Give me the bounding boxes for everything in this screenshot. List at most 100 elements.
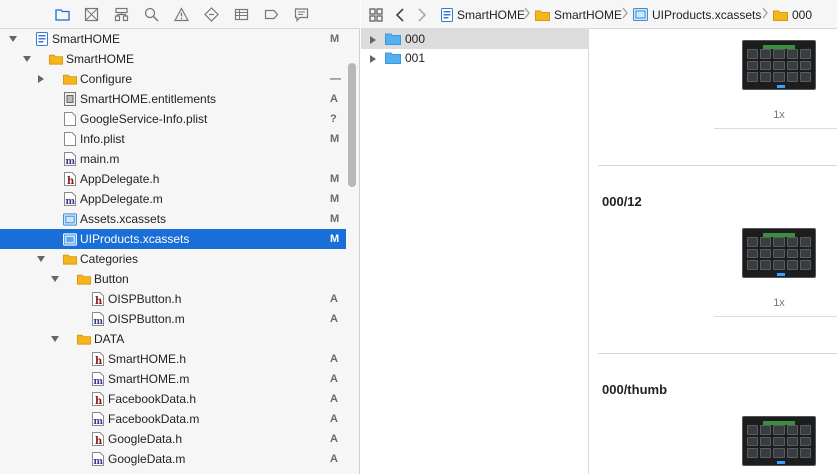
svg-text:m: m <box>94 457 104 466</box>
folder-icon <box>49 52 63 66</box>
test-icon[interactable] <box>202 6 220 23</box>
asset-detail: 1x 000/12 1x 000/thumb <box>590 29 837 474</box>
source-control-status: A <box>330 313 338 325</box>
disclosure-triangle-icon[interactable] <box>369 34 377 48</box>
issue-icon[interactable] <box>172 6 190 23</box>
navigator-row[interactable]: Categories <box>0 249 346 269</box>
jump-bar-crumb-label: SmartHOME <box>554 7 623 22</box>
report-icon[interactable] <box>292 6 310 23</box>
h-file-icon: h <box>91 392 105 406</box>
svg-text:h: h <box>95 396 103 406</box>
source-control-status: A <box>330 373 338 385</box>
navigator-row-label: OISPButton.m <box>108 312 185 326</box>
svg-text:m: m <box>94 377 104 386</box>
asset-thumbnail[interactable] <box>742 40 816 90</box>
jump-bar-crumb[interactable]: UIProducts.xcassets <box>633 6 761 23</box>
navigator-row[interactable]: SmartHOME <box>0 49 346 69</box>
folder-icon <box>63 252 77 266</box>
disclosure-triangle-icon[interactable] <box>50 334 60 344</box>
source-control-status: A <box>330 453 338 465</box>
navigator-row-label: AppDelegate.h <box>80 172 160 186</box>
asset-thumbnail[interactable] <box>742 228 816 278</box>
breakpoint-icon[interactable] <box>262 6 280 23</box>
asset-set-row[interactable]: 000 <box>361 29 589 49</box>
disclosure-triangle-icon[interactable] <box>22 54 32 64</box>
entitlements-icon <box>63 92 77 106</box>
source-control-status: ? <box>330 113 337 125</box>
navigator-row[interactable]: m main.m <box>0 149 346 169</box>
svg-text:m: m <box>66 197 76 206</box>
m-file-icon: m <box>91 412 105 426</box>
navigator-row[interactable]: m GoogleData.m A <box>0 449 346 469</box>
jump-bar-crumb[interactable]: 000 <box>773 6 812 23</box>
navigator-row-label: GoogleService-Info.plist <box>80 112 208 126</box>
navigator-row[interactable]: Assets.xcassets M <box>0 209 346 229</box>
debug-icon[interactable] <box>232 6 250 23</box>
asset-set-label: 001 <box>405 51 426 65</box>
svg-text:h: h <box>95 356 103 366</box>
source-control-status: A <box>330 433 338 445</box>
navigator-row[interactable]: m AppDelegate.m M <box>0 189 346 209</box>
navigator-row-label: Categories <box>80 252 139 266</box>
navigator-row[interactable]: h OISPButton.h A <box>0 289 346 309</box>
disclosure-triangle-icon[interactable] <box>36 74 46 84</box>
source-control-status: A <box>330 293 338 305</box>
jump-bar-crumb-label: SmartHOME <box>457 7 526 22</box>
navigator-row-label: FacebookData.h <box>108 392 197 406</box>
svg-text:h: h <box>95 296 103 306</box>
source-control-status: M <box>330 233 340 245</box>
symbol-icon[interactable] <box>112 6 130 23</box>
project-navigator: SmartHOME M SmartHOME Configure — SmartHOME.e… <box>0 29 360 474</box>
navigator-row-label: DATA <box>94 332 125 346</box>
scale-label: 1x <box>773 109 785 121</box>
project-icon <box>441 7 453 22</box>
disclosure-triangle-icon[interactable] <box>36 254 46 264</box>
disclosure-triangle-icon[interactable] <box>8 34 18 44</box>
folder-icon[interactable] <box>53 6 71 23</box>
disclosure-triangle-icon[interactable] <box>369 53 377 67</box>
asset-set-row[interactable]: 001 <box>361 48 589 68</box>
crumb-separator-icon <box>622 7 628 22</box>
navigator-row[interactable]: Configure — <box>0 69 346 89</box>
source-control-status: M <box>330 173 340 185</box>
source-control-status: M <box>330 133 340 145</box>
disclosure-triangle-icon[interactable] <box>50 274 60 284</box>
svg-text:h: h <box>95 436 103 446</box>
navigator-row[interactable]: h SmartHOME.h A <box>0 349 346 369</box>
navigator-row[interactable]: m FacebookData.m A <box>0 409 346 429</box>
navigator-row-label: SmartHOME.h <box>108 352 187 366</box>
jump-bar-crumb[interactable]: SmartHOME <box>441 6 525 23</box>
jump-bar: SmartHOME SmartHOME UIProducts.xcassets 000 <box>361 0 837 29</box>
find-icon[interactable] <box>142 6 160 23</box>
crumb-separator-icon <box>524 7 530 22</box>
navigator-row[interactable]: m OISPButton.m A <box>0 309 346 329</box>
navigator-row[interactable]: SmartHOME M <box>0 29 346 49</box>
related-items-icon[interactable] <box>369 6 383 23</box>
asset-thumbnail[interactable] <box>742 416 816 466</box>
m-file-icon: m <box>91 452 105 466</box>
asset-set-list: 000 001 <box>361 29 589 474</box>
jump-bar-crumb-label: 000 <box>792 7 813 22</box>
asset-catalog-icon <box>633 8 648 21</box>
section-divider <box>598 165 837 166</box>
forward-arrow-icon[interactable] <box>417 6 427 23</box>
navigator-row[interactable]: Info.plist M <box>0 129 346 149</box>
jump-bar-crumb[interactable]: SmartHOME <box>535 6 622 23</box>
navigator-row[interactable]: h AppDelegate.h M <box>0 169 346 189</box>
back-arrow-icon[interactable] <box>395 6 405 23</box>
navigator-row[interactable]: UIProducts.xcassets M <box>0 229 346 249</box>
source-control-icon[interactable] <box>82 6 100 23</box>
navigator-row[interactable]: GoogleService-Info.plist? <box>0 109 346 129</box>
navigator-row[interactable]: h FacebookData.h A <box>0 389 346 409</box>
navigator-scrollbar[interactable] <box>348 63 356 187</box>
navigator-row[interactable]: h GoogleData.h A <box>0 429 346 449</box>
navigator-row[interactable]: SmartHOME.entitlements A <box>0 89 346 109</box>
navigator-row[interactable]: m SmartHOME.m A <box>0 369 346 389</box>
section-title: 000/12 <box>602 194 642 209</box>
folder-icon <box>77 272 91 286</box>
jump-bar-crumb-label: UIProducts.xcassets <box>652 7 762 22</box>
folder-icon <box>63 72 77 86</box>
h-file-icon: h <box>63 172 77 186</box>
navigator-row[interactable]: Button <box>0 269 346 289</box>
navigator-row[interactable]: DATA <box>0 329 346 349</box>
